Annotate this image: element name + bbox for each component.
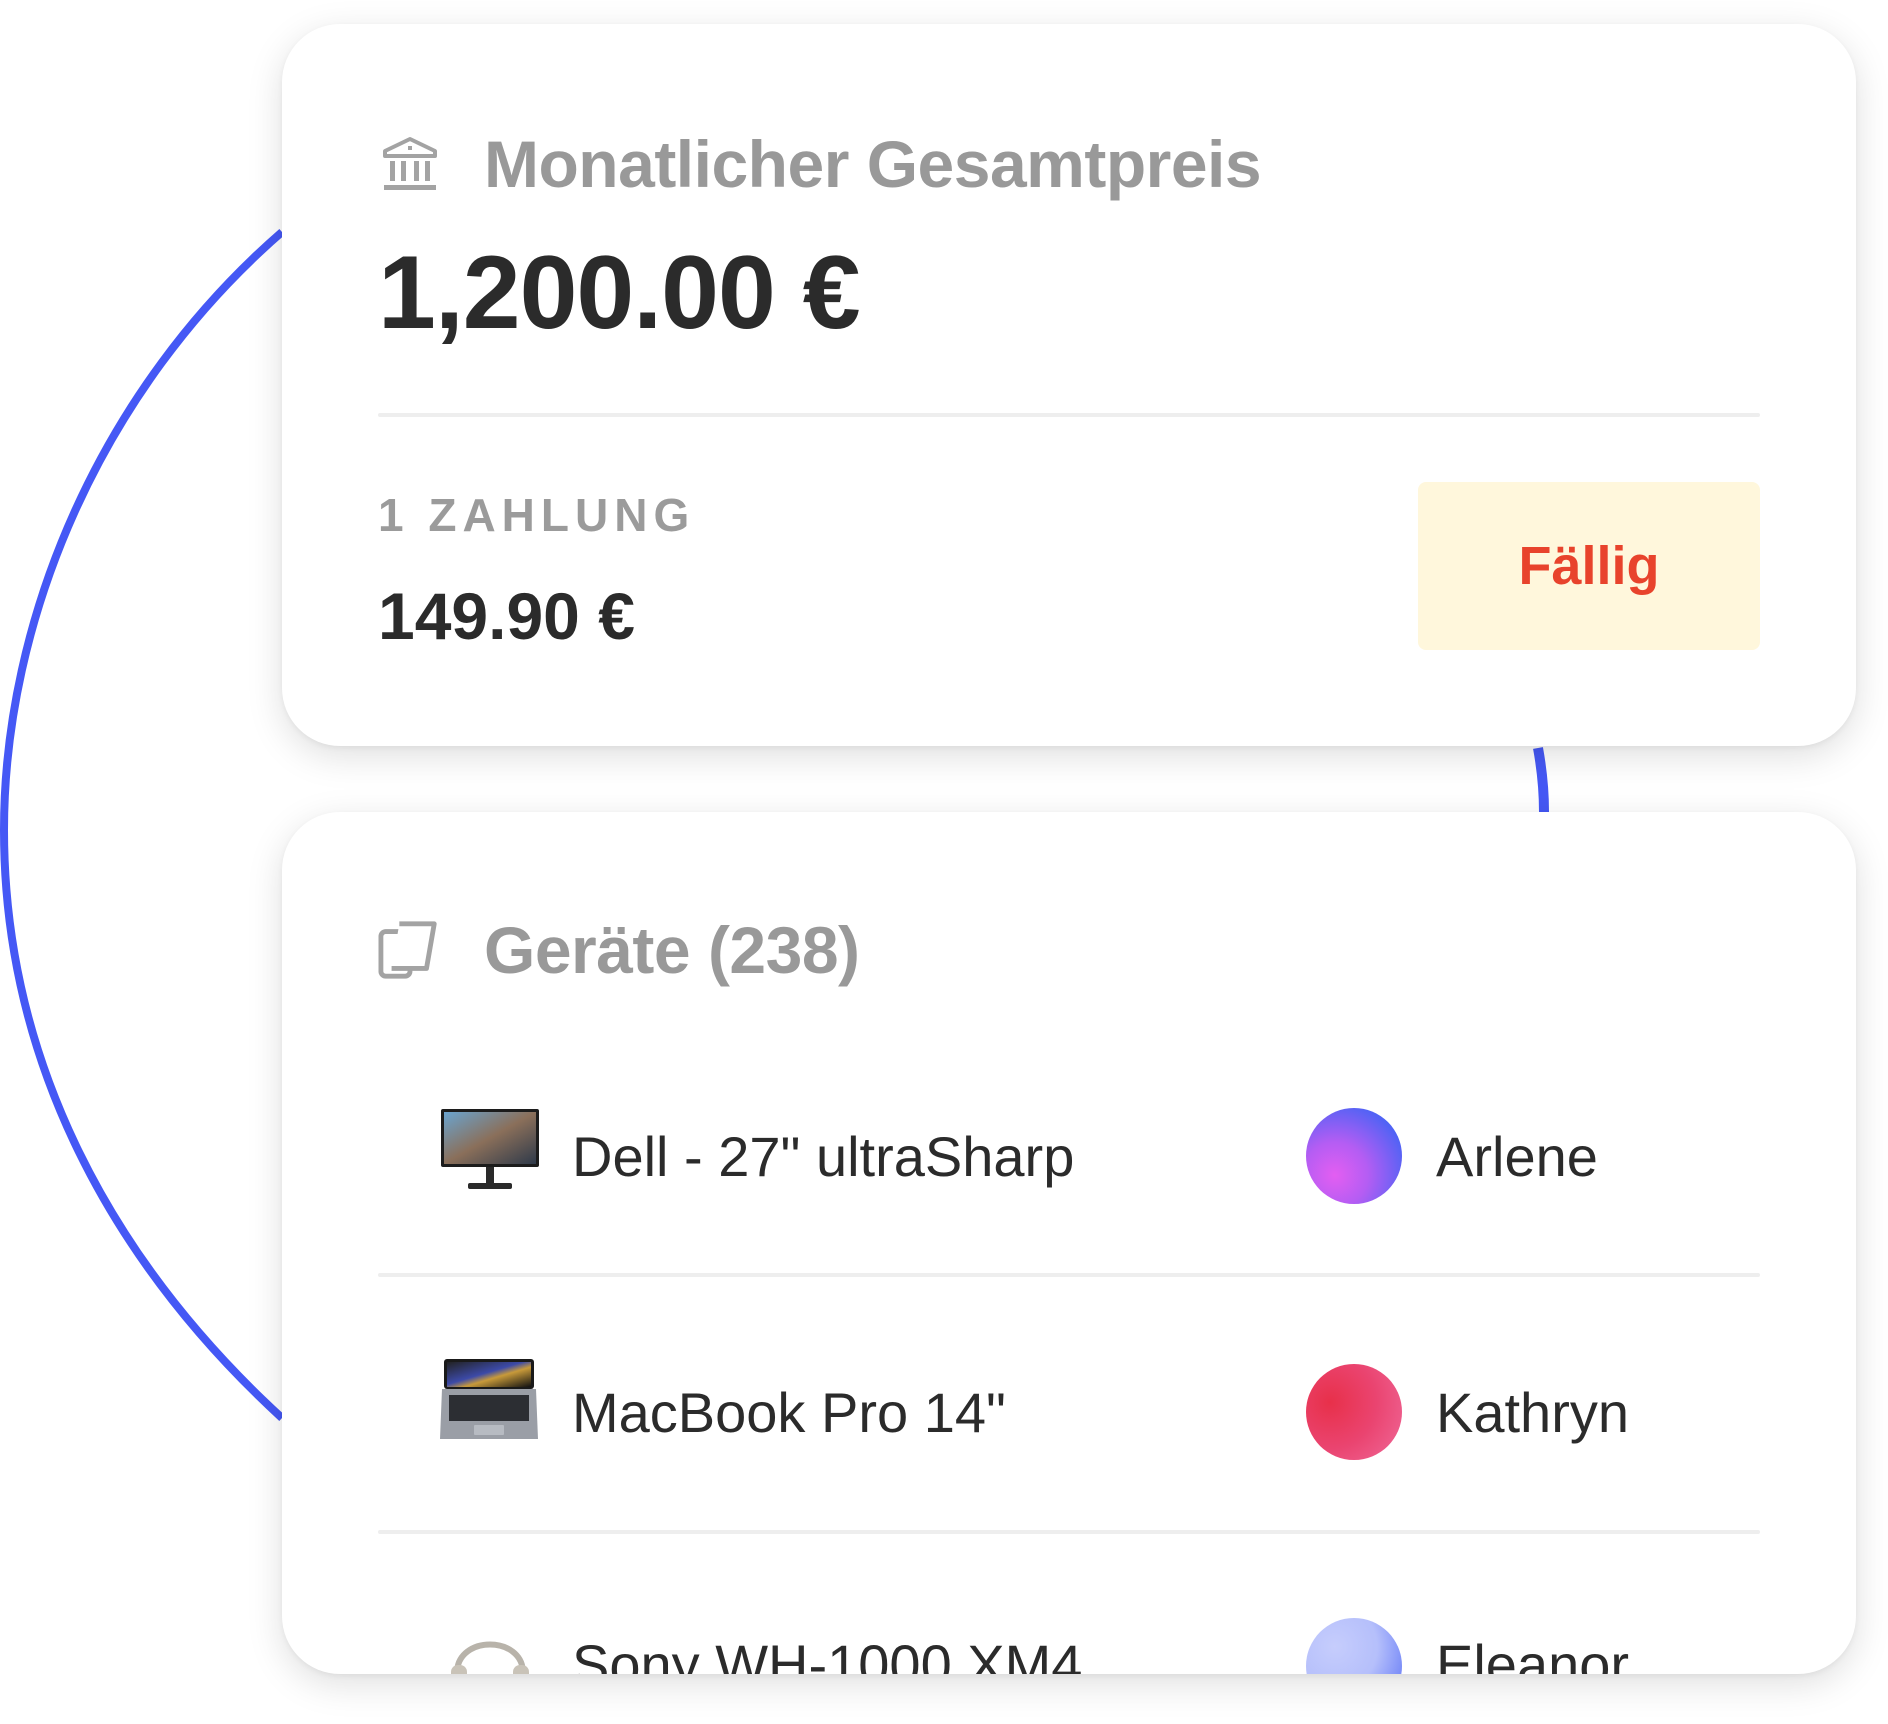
monthly-price-card: Monatlicher Gesamtpreis 1,200.00 € 1 ZAH…	[282, 24, 1856, 746]
device-row[interactable]: MacBook Pro 14" Kathryn	[378, 1300, 1760, 1554]
person-name: Arlene	[1436, 1125, 1598, 1188]
devices-card-title: Geräte (238)	[484, 913, 860, 987]
laptop-icon	[440, 1350, 540, 1450]
total-monthly-amount: 1,200.00 €	[378, 235, 861, 351]
device-name: MacBook Pro 14"	[572, 1381, 1006, 1444]
device-name: Dell - 27" ultraSharp	[572, 1125, 1075, 1188]
devices-icon	[378, 918, 442, 982]
avatar	[1306, 1364, 1402, 1460]
divider	[378, 413, 1760, 417]
headphones-icon	[440, 1610, 540, 1674]
device-row[interactable]: Dell - 27" ultraSharp Arlene	[378, 1042, 1760, 1296]
devices-card: Geräte (238) Dell - 27" ultraSharp Arlen…	[282, 812, 1856, 1674]
monitor-icon	[440, 1100, 540, 1200]
devices-card-header: Geräte (238)	[378, 912, 860, 988]
person-name: Kathryn	[1436, 1381, 1629, 1444]
due-status-label: Fällig	[1518, 536, 1660, 596]
payment-count-label: 1 ZAHLUNG	[378, 489, 696, 541]
price-card-title: Monatlicher Gesamtpreis	[484, 127, 1262, 201]
payment-amount: 149.90 €	[378, 579, 635, 653]
avatar	[1306, 1618, 1402, 1674]
device-name: Sony WH-1000 XM4	[572, 1633, 1083, 1674]
price-card-header: Monatlicher Gesamtpreis	[378, 126, 1262, 202]
bank-icon	[378, 132, 442, 196]
due-status-badge[interactable]: Fällig	[1418, 482, 1760, 650]
person-name: Eleanor	[1436, 1633, 1630, 1674]
divider	[378, 1273, 1760, 1277]
device-row[interactable]: Sony WH-1000 XM4 Eleanor	[378, 1556, 1760, 1674]
avatar	[1306, 1108, 1402, 1204]
divider	[378, 1530, 1760, 1534]
